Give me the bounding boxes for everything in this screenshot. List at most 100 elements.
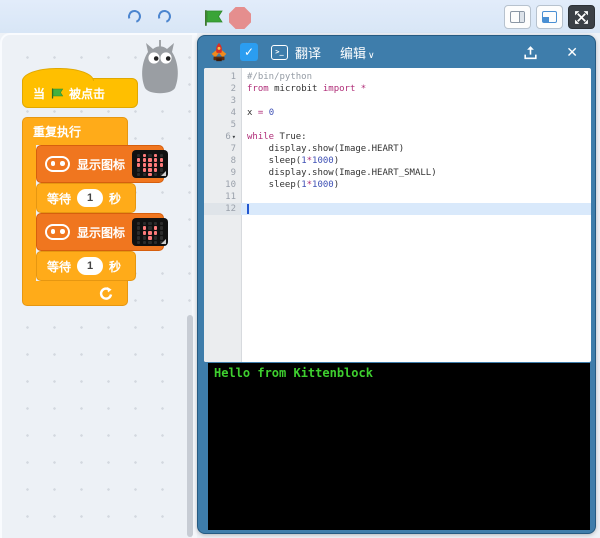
code-line-text[interactable]: while True: [241, 131, 591, 143]
forever-block-top[interactable]: 重复执行 [22, 117, 128, 145]
wait-block-2[interactable]: 等待 1 秒 [36, 251, 136, 281]
led-matrix-dropdown[interactable] [132, 150, 168, 178]
line-number[interactable]: 8 [204, 155, 241, 167]
fullscreen-button[interactable] [568, 5, 595, 29]
code-line-text[interactable] [241, 119, 591, 131]
led-dot-off [160, 222, 163, 225]
close-panel-button[interactable]: ✕ [566, 44, 578, 61]
fold-caret-icon[interactable]: ▾ [232, 131, 236, 143]
code-line-8[interactable]: 8 sleep(1*1000) [204, 155, 591, 167]
code-line-text[interactable]: display.show(Image.HEART) [241, 143, 591, 155]
reload-device-icon[interactable] [156, 8, 173, 25]
green-flag-icon [50, 87, 64, 100]
led-dot-on [154, 168, 157, 171]
code-line-7[interactable]: 7 display.show(Image.HEART) [204, 143, 591, 155]
led-dot-on [137, 158, 140, 161]
code-token: display.show(Image.HEART) [247, 144, 404, 154]
code-line-text[interactable] [241, 203, 591, 215]
code-line-10[interactable]: 10 sleep(1*1000) [204, 179, 591, 191]
led-dot-off [137, 236, 140, 239]
code-line-text[interactable] [241, 95, 591, 107]
code-line-text[interactable]: display.show(Image.HEART_SMALL) [241, 167, 591, 179]
forever-label: 重复执行 [33, 123, 81, 140]
led-dot-off [160, 226, 163, 229]
led-matrix-dropdown[interactable] [132, 218, 168, 246]
python-code-editor[interactable]: 1#/bin/python2from microbit import *34x … [204, 68, 591, 362]
code-line-text[interactable]: sleep(1*1000) [241, 179, 591, 191]
wait-block-1[interactable]: 等待 1 秒 [36, 183, 136, 213]
code-line-5[interactable]: 5 [204, 119, 591, 131]
led-dot-off [148, 154, 151, 157]
code-token: sleep( [247, 180, 301, 190]
code-token: 0 [269, 108, 274, 118]
led-dot-on [148, 158, 151, 161]
green-flag-button[interactable] [202, 8, 224, 28]
wait-seconds-input[interactable]: 1 [77, 189, 103, 207]
line-number[interactable]: 3 [204, 95, 241, 107]
code-line-6[interactable]: 6▾while True: [204, 131, 591, 143]
translate-button[interactable]: 翻译 [295, 43, 321, 62]
wait-seconds-input[interactable]: 1 [77, 257, 103, 275]
code-line-text[interactable]: sleep(1*1000) [241, 155, 591, 167]
checkbox-check-icon: ✓ [244, 45, 254, 59]
show-icon-block-2[interactable]: 显示图标 [36, 213, 164, 251]
line-number[interactable]: 6▾ [204, 131, 241, 143]
serial-terminal[interactable]: Hello from Kittenblock [208, 363, 590, 530]
line-number[interactable]: 9 [204, 167, 241, 179]
green-flag-icon [202, 8, 224, 28]
layout-stage-left-button[interactable] [536, 5, 563, 29]
led-dot-on [143, 226, 146, 229]
code-line-text[interactable]: #/bin/python [241, 71, 591, 83]
edit-menu-button[interactable]: 编辑∨ [340, 43, 375, 62]
layout-stage-left-icon [542, 11, 557, 23]
code-line-3[interactable]: 3 [204, 95, 591, 107]
led-dot-off [154, 222, 157, 225]
code-token: 1000 [312, 180, 334, 190]
code-line-text[interactable]: x = 0 [241, 107, 591, 119]
led-dot-off [154, 173, 157, 176]
code-line-1[interactable]: 1#/bin/python [204, 71, 591, 83]
forever-block[interactable]: 重复执行 显示图标 等待 1 秒 [22, 117, 164, 306]
led-dot-off [137, 173, 140, 176]
microbit-face-icon [45, 156, 70, 172]
led-dot-on [154, 231, 157, 234]
line-number[interactable]: 11 [204, 191, 241, 203]
blocks-workspace[interactable]: 当 被点击 重复执行 显示图标 [0, 33, 197, 538]
code-token: True: [274, 132, 307, 142]
dropdown-caret-icon [161, 171, 166, 176]
layout-button-group [504, 5, 595, 29]
led-dot-on [143, 168, 146, 171]
show-icon-block-1[interactable]: 显示图标 [36, 145, 164, 183]
edit-menu-label: 编辑 [340, 46, 366, 61]
line-number[interactable]: 7 [204, 143, 241, 155]
line-number[interactable]: 4 [204, 107, 241, 119]
workspace-vertical-scrollbar[interactable] [187, 315, 193, 537]
reload-plugin-icon[interactable] [126, 8, 143, 25]
wait-suffix-label: 秒 [109, 258, 121, 275]
code-line-9[interactable]: 9 display.show(Image.HEART_SMALL) [204, 167, 591, 179]
code-line-11[interactable]: 11 [204, 191, 591, 203]
code-line-2[interactable]: 2from microbit import * [204, 83, 591, 95]
led-dot-on [143, 163, 146, 166]
stop-sign-button[interactable] [229, 7, 251, 29]
led-dot-off [154, 236, 157, 239]
code-line-text[interactable]: from microbit import * [241, 83, 591, 95]
led-dot-off [154, 241, 157, 244]
code-token: * [355, 84, 366, 94]
code-line-4[interactable]: 4x = 0 [204, 107, 591, 119]
line-number[interactable]: 5 [204, 119, 241, 131]
code-line-12[interactable]: 12 [204, 203, 591, 215]
code-line-text[interactable] [241, 191, 591, 203]
when-flag-clicked-block[interactable]: 当 被点击 [22, 78, 138, 108]
upload-button[interactable] [522, 44, 539, 61]
terminal-toggle-button[interactable]: >_ [271, 45, 288, 60]
layout-stage-right-button[interactable] [504, 5, 531, 29]
line-number[interactable]: 1 [204, 71, 241, 83]
microbit-face-icon [45, 224, 70, 240]
line-number[interactable]: 2 [204, 83, 241, 95]
auto-refresh-checkbox[interactable]: ✓ [240, 43, 258, 61]
line-number[interactable]: 12 [204, 203, 241, 215]
led-dot-off [137, 222, 140, 225]
forever-children: 显示图标 等待 1 秒 显示图标 [36, 145, 164, 281]
line-number[interactable]: 10 [204, 179, 241, 191]
